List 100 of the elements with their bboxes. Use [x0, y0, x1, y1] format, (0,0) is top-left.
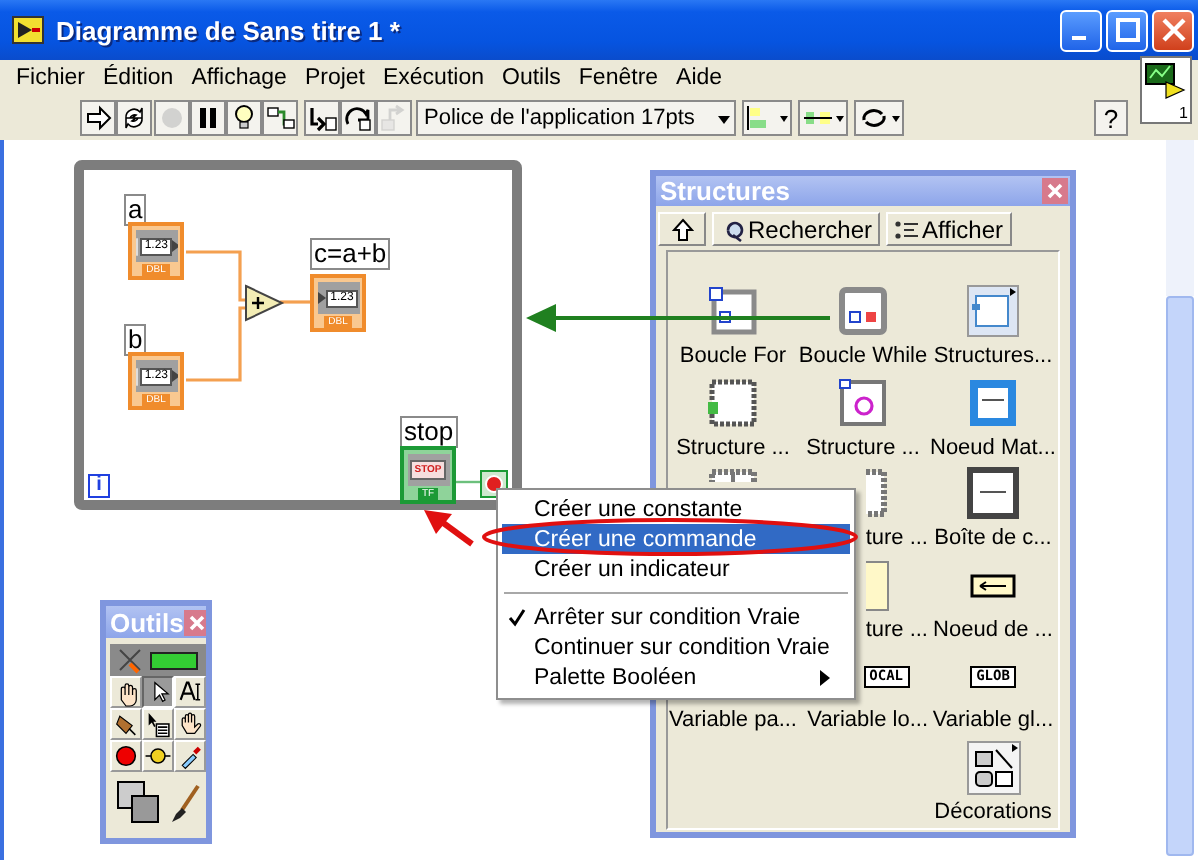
- palette-item-label[interactable]: Structures...: [933, 342, 1053, 370]
- formula-node-icon[interactable]: [965, 466, 1021, 522]
- menu-item[interactable]: Continuer sur condition Vraie: [502, 632, 850, 662]
- while-loop-frame[interactable]: [74, 160, 522, 510]
- stacked-sequence-icon[interactable]: [865, 466, 891, 522]
- color-picker-icon[interactable]: [174, 740, 206, 772]
- toolbar-dropdown[interactable]: [854, 100, 904, 136]
- iteration-terminal: i: [88, 474, 110, 498]
- timed-structure-icon[interactable]: [865, 557, 891, 613]
- maximize-button[interactable]: [1106, 9, 1148, 51]
- menu-item[interactable]: Arrêter sur condition Vraie: [502, 602, 850, 632]
- toolbar-button[interactable]: [80, 100, 116, 136]
- toolbar-button[interactable]: [262, 100, 298, 136]
- tool-status-indicator: [150, 651, 198, 669]
- for-loop-icon[interactable]: [705, 284, 761, 340]
- paintbrush-icon[interactable]: [170, 784, 202, 824]
- palette-item-label[interactable]: Boucle While: [798, 342, 928, 370]
- toolbar-button[interactable]: [304, 100, 340, 136]
- palette-item-label[interactable]: Boîte de c...: [934, 524, 1052, 552]
- shortcut-menu-icon[interactable]: [142, 708, 174, 740]
- menu-item[interactable]: Édition: [103, 66, 174, 90]
- control-label: a: [124, 194, 147, 226]
- palette-item-label[interactable]: ture ...: [865, 615, 928, 643]
- close-button[interactable]: [1152, 9, 1194, 51]
- loop-condition-terminal[interactable]: [480, 470, 508, 498]
- maximize-icon: [1115, 18, 1139, 42]
- structures-folder-icon[interactable]: [965, 284, 1021, 340]
- list-icon: [894, 217, 919, 241]
- toolbar-button[interactable]: [116, 100, 152, 136]
- probe-icon[interactable]: [142, 740, 174, 772]
- abort-icon: [156, 102, 188, 134]
- menu-item[interactable]: Créer un indicateur: [502, 554, 850, 584]
- wire: [184, 250, 310, 382]
- toolbar-dropdown[interactable]: [798, 100, 848, 136]
- scroll-hand-icon[interactable]: [174, 708, 206, 740]
- toolbar-button[interactable]: [190, 100, 226, 136]
- decorations-icon[interactable]: [965, 739, 1021, 795]
- palette-item-label[interactable]: Structure ...: [806, 433, 920, 461]
- palette-item-label[interactable]: Boucle For: [679, 342, 787, 370]
- text-cursor-icon[interactable]: [174, 676, 206, 708]
- case-structure-icon[interactable]: [705, 375, 761, 431]
- run-arrow-icon: [82, 102, 114, 134]
- submenu-arrow-icon: [820, 670, 830, 686]
- up-button[interactable]: [658, 212, 706, 246]
- input-arrow-icon: [318, 292, 327, 304]
- stop-label: stop: [400, 416, 458, 448]
- menu-item[interactable]: Outils: [502, 66, 561, 90]
- close-icon: [1161, 18, 1185, 42]
- palette-title: Structures: [660, 176, 791, 206]
- step-into-icon: [306, 102, 338, 134]
- close-icon[interactable]: [1042, 178, 1068, 204]
- toolbar-button[interactable]: [340, 100, 376, 136]
- palette-item-label[interactable]: Variable gl...: [932, 706, 1054, 734]
- app-icon: [12, 16, 44, 44]
- menu-item[interactable]: Projet: [304, 66, 365, 90]
- palette-item-label[interactable]: Décorations: [934, 797, 1052, 825]
- menu-item[interactable]: Palette Booléen: [502, 662, 850, 692]
- up-arrow-icon: [671, 217, 693, 241]
- palette-item-label[interactable]: Variable pa...: [668, 706, 797, 734]
- palette-item-label[interactable]: Structure ...: [676, 433, 790, 461]
- search-button[interactable]: Rechercher: [712, 212, 881, 246]
- while-loop-icon[interactable]: [835, 284, 891, 340]
- wire-probe-icon: [264, 102, 296, 134]
- minimize-button[interactable]: [1060, 9, 1102, 51]
- breakpoint-icon[interactable]: [110, 740, 142, 772]
- menu-item[interactable]: Affichage: [191, 66, 287, 90]
- menu-item[interactable]: Créer une constante: [502, 494, 850, 524]
- arrow-cursor-icon[interactable]: [142, 676, 174, 708]
- control-label: b: [124, 324, 147, 356]
- vi-icon[interactable]: 1: [1140, 56, 1192, 124]
- close-icon[interactable]: [183, 609, 206, 635]
- step-out-icon: [378, 102, 410, 134]
- menu-item[interactable]: Fichier: [16, 66, 86, 90]
- window-title: Diagramme de Sans titre 1 *: [56, 15, 402, 45]
- palette-item-label[interactable]: Variable lo...: [807, 706, 928, 734]
- menu-item[interactable]: Fenêtre: [578, 66, 659, 90]
- operate-hand-icon[interactable]: [110, 676, 142, 708]
- palette-item-label[interactable]: ture ...: [865, 524, 928, 552]
- step-over-icon: [342, 102, 374, 134]
- palette-title: Outils: [110, 607, 184, 637]
- scroll-thumb[interactable]: [1166, 296, 1194, 856]
- font-dropdown[interactable]: Police de l'application 17pts: [416, 100, 736, 136]
- menu-item[interactable]: Aide: [676, 66, 723, 90]
- mathscript-node-icon[interactable]: [965, 375, 1021, 431]
- wiring-spool-icon[interactable]: [110, 708, 142, 740]
- menu-item[interactable]: Exécution: [382, 66, 484, 90]
- minimize-icon: [1071, 36, 1085, 40]
- toolbar-button[interactable]: [226, 100, 262, 136]
- output-arrow-icon: [172, 370, 177, 382]
- event-structure-icon[interactable]: [835, 375, 891, 431]
- add-node[interactable]: [245, 284, 285, 322]
- palette-item-label[interactable]: Noeud de ...: [933, 615, 1053, 643]
- flat-sequence-icon[interactable]: [705, 466, 761, 482]
- view-button[interactable]: Afficher: [886, 212, 1011, 246]
- align-icon: [745, 102, 789, 134]
- indicator-label: c=a+b: [310, 238, 391, 270]
- pointer-arrow: [424, 510, 474, 547]
- palette-item-label[interactable]: Noeud Mat...: [930, 433, 1056, 461]
- help-button[interactable]: ?: [1094, 100, 1128, 136]
- toolbar-dropdown[interactable]: [742, 100, 792, 136]
